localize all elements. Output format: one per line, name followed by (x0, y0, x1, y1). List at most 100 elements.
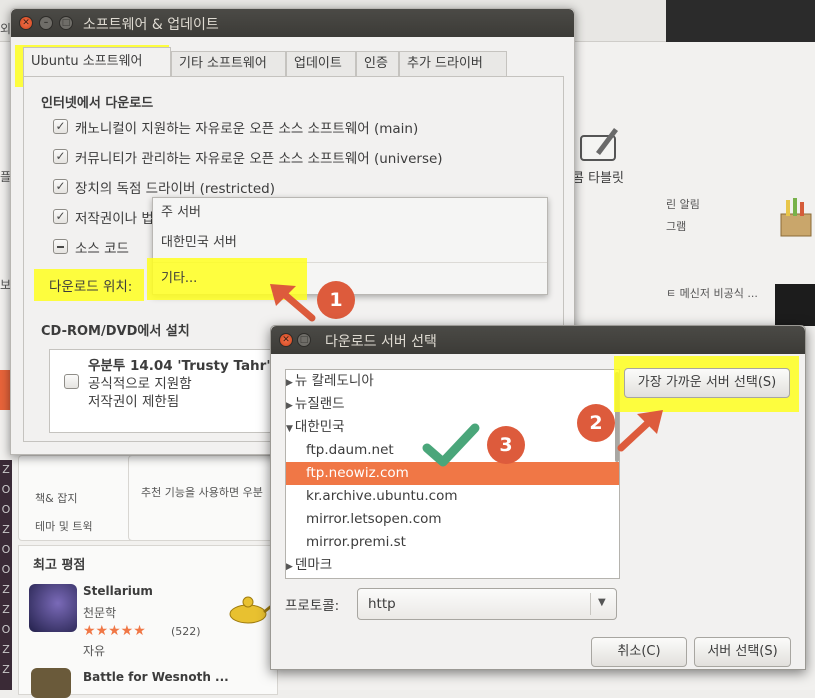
source-code-checkbox[interactable] (53, 239, 68, 254)
recommend-text: 추천 기능을 사용하면 우분 (141, 486, 263, 499)
tablet-icon (580, 128, 618, 161)
strip-glyph: O (1, 483, 11, 496)
window-title: 소프트웨어 & 업데이트 (83, 17, 219, 33)
tab-updates[interactable]: 업데이트 (286, 51, 356, 77)
step-badge-1: 1 (317, 281, 355, 319)
chevron-down-icon[interactable]: ▼ (598, 597, 606, 608)
tree-row-denmark[interactable]: ▶ 덴마크 (286, 554, 619, 577)
main-checkbox[interactable]: ✓ (53, 119, 68, 134)
strip-glyph: O (1, 543, 11, 556)
tab-other-software[interactable]: 기타 소프트웨어 (171, 51, 286, 77)
tree-row-new-caledonia[interactable]: ▶ 뉴 칼레도니아 (286, 370, 619, 393)
source-label: 장치의 독점 드라이버 (restricted) (75, 181, 275, 197)
tab-authentication[interactable]: 인증 (356, 51, 399, 77)
tree-row-server[interactable]: mirror.premi.st (286, 531, 619, 554)
download-section-title: 인터넷에서 다운로드 (41, 96, 154, 111)
collapse-arrow-icon[interactable]: ▼ (286, 424, 293, 434)
tree-label: 덴마크 (294, 557, 333, 573)
film-icon (775, 284, 815, 326)
tree-label: 뉴 칼레도니아 (294, 373, 374, 389)
expand-arrow-icon[interactable]: ▶ (286, 562, 293, 572)
combo-divider (590, 593, 591, 615)
bg-right-item: 그램 (666, 220, 687, 233)
rating-stars-icon: ★★★★★ (83, 623, 146, 639)
universe-checkbox[interactable]: ✓ (53, 149, 68, 164)
maximize-icon[interactable]: □ (59, 16, 73, 30)
tab-additional-drivers[interactable]: 추가 드라이버 (399, 51, 507, 77)
cdrom-line: 공식적으로 지원함 (88, 376, 192, 392)
recommendations-panel: 추천 기능을 사용하면 우분 (128, 455, 278, 541)
dialog-title: 다운로드 서버 선택 (325, 334, 437, 350)
cdrom-list: 우분투 14.04 'Trusty Tahr' CD 공식적으로 지원함 저작권… (49, 349, 296, 433)
expand-arrow-icon[interactable]: ▶ (286, 378, 293, 388)
tab-ubuntu-software[interactable]: Ubuntu 소프트웨어 (23, 47, 171, 77)
strip-glyph: Z (2, 583, 10, 596)
step-badge-2: 2 (577, 404, 615, 442)
download-server-dialog: ✕ □ 다운로드 서버 선택 ▶ 뉴 칼레도니아 ▶ 뉴질랜드 ▼ 대한민국 ftp.… (270, 325, 806, 670)
software-center-dark-area (666, 0, 815, 42)
minimize-icon[interactable]: – (39, 16, 53, 30)
server-list[interactable]: ▶ 뉴 칼레도니아 ▶ 뉴질랜드 ▼ 대한민국 ftp.daum.net ftp.ne… (285, 369, 620, 579)
menu-item-korea-server[interactable]: 대한민국 서버 (153, 228, 547, 258)
cdrom-checkbox[interactable] (64, 374, 79, 389)
strip-glyph: Z (2, 523, 10, 536)
tree-row-new-zealand[interactable]: ▶ 뉴질랜드 (286, 393, 619, 416)
source-label: 저작권이나 법 (75, 211, 154, 227)
arrow-1-icon (270, 284, 316, 322)
strip-glyph: Z (2, 463, 10, 476)
tree-label: 뉴질랜드 (294, 396, 345, 412)
app-name[interactable]: Battle for Wesnoth ... (83, 670, 229, 684)
strip-glyph: Z (2, 603, 10, 616)
strip-glyph: Z (2, 643, 10, 656)
server-menu: 주 서버 대한민국 서버 기타... (147, 197, 548, 300)
category-themes[interactable]: 테마 및 트윅 (35, 518, 93, 534)
menu-item-main-server[interactable]: 주 서버 (153, 198, 547, 228)
checkmark-icon (422, 423, 480, 467)
restricted-checkbox[interactable]: ✓ (53, 179, 68, 194)
tree-row-server[interactable]: kr.archive.ubuntu.com (286, 485, 619, 508)
strip-glyph: O (1, 623, 11, 636)
box-icon (780, 198, 812, 237)
app-category: 천문학 (83, 606, 117, 620)
protocol-value: http (368, 596, 396, 612)
app-price: 자유 (83, 644, 106, 658)
download-location-label: 다운로드 위치: (49, 279, 133, 295)
multiverse-checkbox[interactable]: ✓ (53, 209, 68, 224)
launcher-strip: Z O O Z O O Z Z O Z Z (0, 460, 12, 690)
protocol-label: 프로토콜: (285, 598, 340, 614)
cdrom-section-title: CD-ROM/DVD에서 설치 (41, 324, 190, 339)
app-name[interactable]: Stellarium (83, 584, 153, 598)
tree-label: 대한민국 (294, 419, 345, 435)
cancel-button[interactable]: 취소(C) (591, 637, 687, 667)
select-server-button[interactable]: 서버 선택(S) (694, 637, 791, 667)
stellarium-icon (29, 584, 77, 632)
bg-app-icon (0, 370, 10, 410)
category-books[interactable]: 책& 잡지 (35, 490, 77, 506)
cdrom-line: 저작권이 제한됨 (88, 394, 180, 410)
maximize-icon[interactable]: □ (297, 333, 311, 347)
window-titlebar[interactable]: ✕ – □ 소프트웨어 & 업데이트 (11, 9, 574, 37)
expand-arrow-icon[interactable]: ▶ (286, 401, 293, 411)
bg-right-item: 린 알림 (666, 198, 700, 211)
protocol-select[interactable]: http ▼ (357, 588, 617, 620)
cdrom-title: 우분투 14.04 'Trusty Tahr' CD (88, 358, 297, 374)
bg-right-item: ㅌ 메신저 비공식 ... (666, 287, 758, 300)
strip-glyph: O (1, 503, 11, 516)
tree-row-server[interactable]: mirror.letsopen.com (286, 508, 619, 531)
tablet-app-label: 콤 타블릿 (572, 171, 624, 186)
strip-glyph: O (1, 563, 11, 576)
close-icon[interactable]: ✕ (279, 333, 293, 347)
lamp-icon (229, 596, 275, 624)
top-rated-title: 최고 평점 (33, 558, 86, 573)
select-nearest-server-button[interactable]: 가장 가까운 서버 선택(S) (624, 368, 790, 398)
strip-glyph: Z (2, 663, 10, 676)
source-label: 커뮤니티가 관리하는 자유로운 오픈 소스 소프트웨어 (universe) (75, 151, 443, 167)
top-rated-panel: 최고 평점 Stellarium 천문학 ★★★★★ (522) 자유 Batt… (18, 545, 278, 698)
source-label: 소스 코드 (75, 241, 129, 257)
arrow-2-icon (617, 410, 663, 452)
rating-count: (522) (171, 625, 201, 638)
close-icon[interactable]: ✕ (19, 16, 33, 30)
dialog-titlebar[interactable]: ✕ □ 다운로드 서버 선택 (271, 326, 805, 354)
source-label: 캐노니컬이 지원하는 자유로운 오픈 소스 소프트웨어 (main) (75, 121, 419, 137)
wesnoth-icon (31, 668, 71, 698)
